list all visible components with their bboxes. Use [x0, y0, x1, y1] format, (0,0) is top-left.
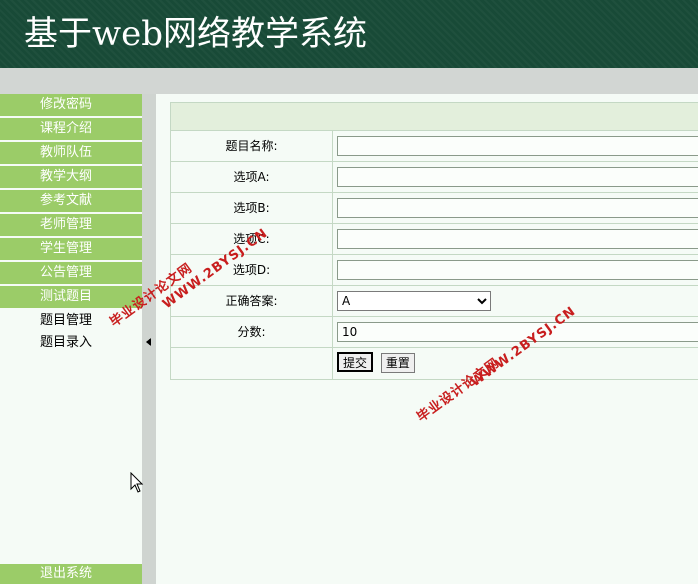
sidebar-item-change-password[interactable]: 修改密码 [0, 94, 142, 118]
header-strip [0, 68, 698, 94]
logout-button[interactable]: 退出系统 [0, 564, 142, 584]
form-row-option-d: 选项D: [171, 255, 698, 286]
option-b-input[interactable] [337, 198, 698, 218]
reset-button[interactable]: 重置 [380, 352, 415, 373]
option-b-field-cell [333, 193, 698, 223]
option-d-field-cell [333, 255, 698, 285]
option-c-input[interactable] [337, 229, 698, 249]
form-row-answer: 正确答案: A [171, 286, 698, 317]
option-a-input[interactable] [337, 167, 698, 187]
sidebar-item-teachers[interactable]: 教师队伍 [0, 142, 142, 166]
main-content: 题目名称: 选项A: 选项B: 选项C: 选项D: 正确答案: A 分数: 10… [156, 94, 698, 584]
option-c-label: 选项C: [171, 224, 333, 254]
actions-field-cell: 提交 重置 [333, 348, 698, 379]
score-input[interactable] [337, 322, 698, 342]
answer-field-cell: A [333, 286, 698, 316]
option-d-input[interactable] [337, 260, 698, 280]
collapse-arrow-icon[interactable] [146, 338, 151, 346]
form-row-option-b: 选项B: [171, 193, 698, 224]
sidebar-menu: 修改密码 课程介绍 教师队伍 教学大纲 参考文献 老师管理 学生管理 公告管理 … [0, 94, 142, 310]
answer-select[interactable]: A [337, 291, 491, 311]
cursor-arrow-icon [130, 472, 144, 493]
sidebar-item-course-intro[interactable]: 课程介绍 [0, 118, 142, 142]
score-label: 分数: [171, 317, 333, 347]
form-row-option-a: 选项A: [171, 162, 698, 193]
sidebar-item-teacher-management[interactable]: 老师管理 [0, 214, 142, 238]
form-row-title: 题目名称: [171, 131, 698, 162]
submit-button[interactable]: 提交 [337, 352, 374, 372]
score-field-cell [333, 317, 698, 347]
answer-label: 正确答案: [171, 286, 333, 316]
sidebar-item-test-questions[interactable]: 测试题目 [0, 286, 142, 310]
sidebar: 修改密码 课程介绍 教师队伍 教学大纲 参考文献 老师管理 学生管理 公告管理 … [0, 94, 142, 584]
frame-splitter[interactable] [142, 94, 156, 584]
sidebar-item-announcement-management[interactable]: 公告管理 [0, 262, 142, 286]
form-header-bar [171, 103, 698, 131]
form-row-option-c: 选项C: [171, 224, 698, 255]
form-row-actions: 提交 重置 [171, 348, 698, 379]
actions-label-cell [171, 348, 333, 379]
option-a-label: 选项A: [171, 162, 333, 192]
sidebar-submenu: 题目管理 题目录入 [0, 310, 142, 354]
app-title: 基于web网络教学系统 [24, 14, 367, 54]
option-b-label: 选项B: [171, 193, 333, 223]
header-banner: 基于web网络教学系统 [0, 0, 698, 68]
title-field-cell [333, 131, 698, 161]
title-label: 题目名称: [171, 131, 333, 161]
submenu-item-question-entry[interactable]: 题目录入 [0, 332, 142, 354]
submenu-item-question-management[interactable]: 题目管理 [0, 310, 142, 332]
option-d-label: 选项D: [171, 255, 333, 285]
question-form: 题目名称: 选项A: 选项B: 选项C: 选项D: 正确答案: A 分数: 10… [170, 102, 698, 380]
sidebar-item-syllabus[interactable]: 教学大纲 [0, 166, 142, 190]
sidebar-item-student-management[interactable]: 学生管理 [0, 238, 142, 262]
form-row-score: 分数: [171, 317, 698, 348]
title-input[interactable] [337, 136, 698, 156]
option-a-field-cell [333, 162, 698, 192]
option-c-field-cell [333, 224, 698, 254]
sidebar-item-references[interactable]: 参考文献 [0, 190, 142, 214]
